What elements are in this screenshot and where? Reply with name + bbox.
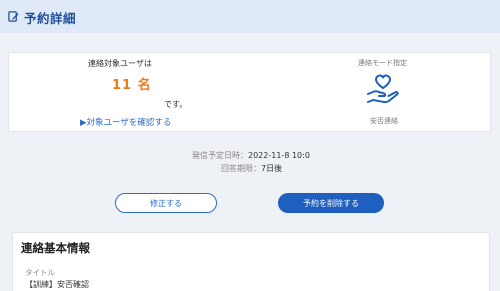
basic-info-title: 連絡基本情報	[21, 241, 90, 255]
deadline-label: 回答期限：	[221, 164, 261, 173]
deadline-row: 回答期限：7日後	[221, 163, 282, 174]
send-datetime-row: 発信予定日時：2022-11-8 10:0	[192, 150, 310, 161]
deadline-value: 7日後	[261, 164, 283, 173]
edit-document-icon	[8, 11, 19, 22]
target-user-count: 11 名	[112, 78, 152, 93]
title-field-label: タイトル	[25, 268, 55, 277]
heart-hand-icon	[367, 74, 399, 104]
send-datetime-value: 2022-11-8 10:0	[248, 151, 310, 160]
contact-mode-value: 安否連絡	[370, 117, 398, 125]
contact-mode-label: 連絡モード指定	[358, 59, 407, 67]
confirm-target-users-link[interactable]: ▶対象ユーザを確認する	[80, 116, 171, 128]
page-header: 予約詳細	[0, 0, 500, 33]
send-datetime-label: 発信予定日時：	[192, 151, 248, 160]
page-title: 予約詳細	[24, 11, 77, 26]
target-users-label: 連絡対象ユーザは	[88, 59, 152, 68]
count-suffix: です。	[164, 100, 188, 109]
title-field-value: 【訓練】安否確認	[25, 280, 89, 289]
edit-button[interactable]: 修正する	[115, 193, 217, 213]
delete-reservation-button[interactable]: 予約を削除する	[278, 193, 384, 213]
